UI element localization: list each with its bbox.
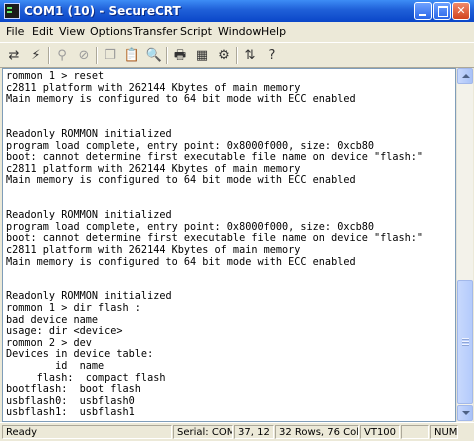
terminal-line: Devices in device table: — [6, 349, 154, 361]
terminal-line: rommon 2 > dev — [6, 337, 92, 349]
terminal-line: rommon 1 > dir flash : — [6, 303, 141, 314]
paste-icon[interactable]: 📋 — [123, 47, 141, 64]
vertical-scrollbar[interactable] — [456, 68, 473, 422]
scroll-down-button[interactable] — [457, 405, 473, 421]
terminal-line: c2811 platform with 262144 Kbytes of mai… — [6, 82, 301, 94]
terminal-line: usbflash0: usbflash0 — [6, 395, 135, 407]
terminal-line: usage: dir <device> — [6, 326, 123, 338]
session-options-icon[interactable]: ▦ — [193, 47, 211, 64]
menu-options[interactable]: Options — [90, 25, 132, 39]
terminal-app-icon — [4, 3, 20, 19]
terminal-line: program load complete, entry point: 0x80… — [6, 140, 375, 152]
menu-view[interactable]: View — [59, 25, 85, 39]
terminal-line: boot: cannot determine first executable … — [6, 152, 424, 164]
status-num-lock: NUM — [430, 425, 458, 439]
scroll-grip-icon — [462, 341, 469, 342]
minimize-button[interactable] — [414, 2, 432, 20]
scroll-thumb[interactable] — [457, 280, 473, 404]
menu-window[interactable]: Window — [218, 25, 261, 39]
terminal-line: boot: cannot determine first executable … — [6, 233, 424, 245]
global-options-icon[interactable]: ⚙ — [215, 47, 233, 64]
maximize-button[interactable] — [433, 2, 451, 20]
copy-icon[interactable]: ❐ — [101, 47, 119, 64]
terminal-line: id name — [6, 361, 105, 372]
status-bar: Ready Serial: COM1 37, 12 32 Rows, 76 Co… — [0, 422, 474, 441]
terminal-line: rommon 1 > reset — [6, 71, 105, 82]
help-icon[interactable]: ? — [263, 47, 281, 64]
status-terminal-size: 32 Rows, 76 Cols — [275, 425, 359, 439]
disconnect-icon[interactable]: ⊘ — [75, 47, 93, 64]
scroll-grip-icon — [462, 338, 469, 339]
connect-icon[interactable]: ⇄ — [5, 47, 23, 64]
scroll-grip-icon — [462, 344, 469, 345]
status-emulation: VT100 — [360, 425, 400, 439]
terminal-line: c2811 platform with 262144 Kbytes of mai… — [6, 245, 301, 256]
terminal-line: Readonly ROMMON initialized — [6, 129, 172, 140]
sftp-icon[interactable]: ⇅ — [241, 47, 259, 64]
menu-edit[interactable]: Edit — [32, 25, 53, 39]
toolbar-separator — [48, 47, 50, 64]
toolbar-separator — [166, 47, 168, 64]
menu-help[interactable]: Help — [261, 25, 286, 39]
menu-file[interactable]: File — [6, 25, 24, 39]
terminal-line: c2811 platform with 262144 Kbytes of mai… — [6, 163, 301, 175]
terminal-line: Main memory is configured to 64 bit mode… — [6, 94, 356, 106]
status-blank — [401, 425, 429, 439]
window-title: COM1 (10) - SecureCRT — [24, 4, 181, 18]
terminal-line: flash: compact flash — [6, 372, 166, 384]
terminal-line: Main memory is configured to 64 bit mode… — [6, 175, 356, 187]
terminal-line: bootflash: boot flash — [6, 384, 141, 396]
print-icon[interactable]: 🖶 — [171, 47, 189, 64]
scroll-up-button[interactable] — [457, 68, 473, 84]
securecrt-window: COM1 (10) - SecureCRT ✕ File Edit View O… — [0, 0, 474, 441]
toolbar: ⇄ ⚡ ⚲ ⊘ ❐ 📋 🔍 🖶 ▦ ⚙ ⇅? — [0, 42, 474, 68]
terminal-line: bad device name — [6, 314, 99, 326]
toolbar-separator — [236, 47, 238, 64]
menu-transfer[interactable]: Transfer — [133, 25, 177, 39]
terminal-line: Main memory is configured to 64 bit mode… — [6, 256, 356, 268]
terminal-line: Readonly ROMMON initialized — [6, 291, 172, 303]
toolbar-separator — [96, 47, 98, 64]
menu-script[interactable]: Script — [180, 25, 212, 39]
status-ready: Ready — [2, 425, 172, 439]
find-icon[interactable]: 🔍 — [145, 47, 163, 64]
status-cursor-position: 37, 12 — [234, 425, 274, 439]
terminal-line: usbflash1: usbflash1 — [6, 407, 135, 419]
title-bar[interactable]: COM1 (10) - SecureCRT ✕ — [0, 0, 474, 22]
status-serial: Serial: COM1 — [173, 425, 233, 439]
close-button[interactable]: ✕ — [452, 2, 470, 20]
connect-in-tab-icon[interactable]: ⚲ — [53, 47, 71, 64]
terminal-line: Readonly ROMMON initialized — [6, 210, 172, 222]
quick-connect-icon[interactable]: ⚡ — [27, 47, 45, 64]
terminal-output[interactable]: rommon 1 > reset c2811 platform with 2621… — [2, 68, 456, 422]
menu-bar: File Edit View Options Transfer Script W… — [0, 22, 474, 42]
terminal-line: program load complete, entry point: 0x80… — [6, 221, 375, 233]
